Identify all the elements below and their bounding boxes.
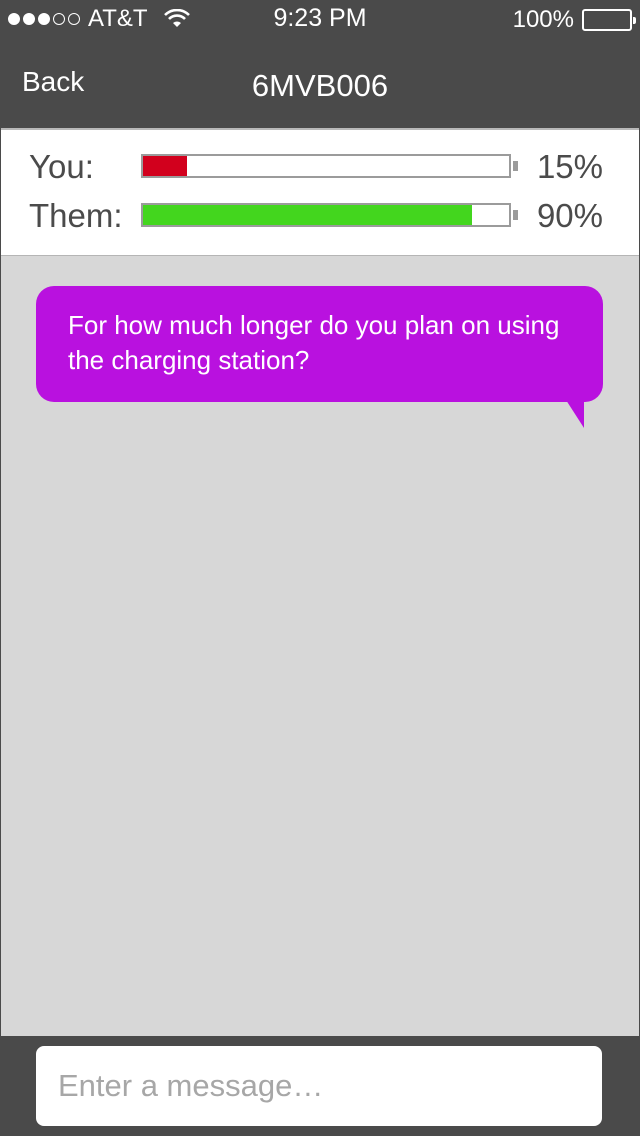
battery-indicator: 100% xyxy=(512,6,636,34)
level-percent: 15% xyxy=(536,148,603,185)
battery-percent: 100% xyxy=(512,6,574,33)
battery-nub-icon xyxy=(513,210,518,220)
level-label: Them: xyxy=(29,197,123,234)
battery-nub-icon xyxy=(513,161,518,171)
level-label: You: xyxy=(29,148,94,185)
message-text: For how much longer do you plan on using… xyxy=(68,310,560,375)
status-bar: AT&T 9:23 PM 100% xyxy=(0,0,640,40)
message-input[interactable] xyxy=(36,1046,602,1126)
level-percent: 90% xyxy=(536,197,603,234)
page-title: 6MVB006 xyxy=(251,68,389,103)
charge-level-them: Them: 90% xyxy=(1,197,639,237)
navigation-bar: Back 6MVB006 xyxy=(0,40,640,128)
bubble-tail xyxy=(566,400,584,428)
charge-bar xyxy=(141,203,511,227)
battery-icon xyxy=(582,9,636,31)
message-thread[interactable]: For how much longer do you plan on using… xyxy=(1,256,639,1036)
charge-fill xyxy=(143,205,473,225)
charge-levels-panel: You: 15% Them: 90% xyxy=(1,128,639,256)
message-bubble: For how much longer do you plan on using… xyxy=(36,286,603,428)
charge-bar xyxy=(141,154,511,178)
charge-fill xyxy=(143,156,187,176)
charge-level-you: You: 15% xyxy=(1,148,639,188)
composer-bar xyxy=(0,1036,640,1136)
